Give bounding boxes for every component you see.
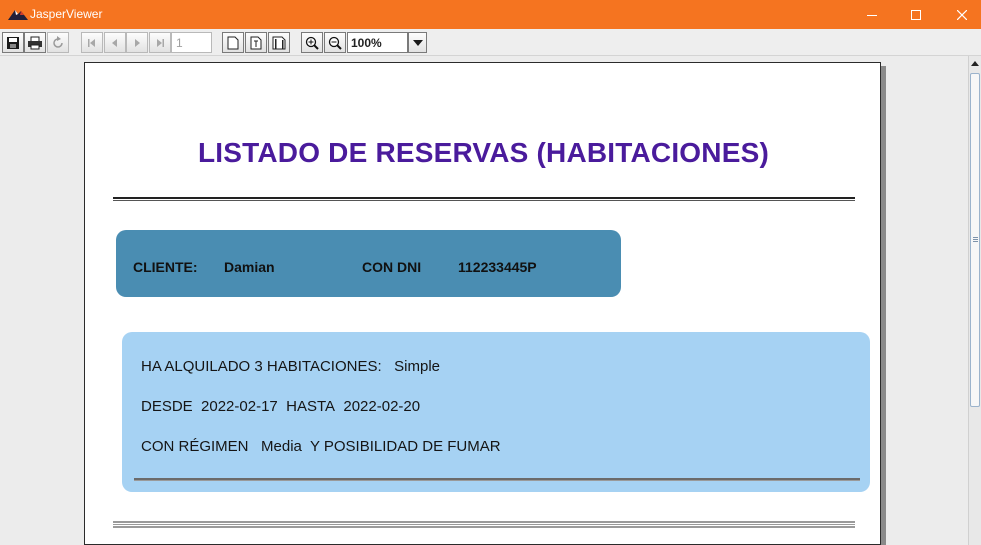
to-date: 2022-02-20: [343, 398, 421, 415]
print-button[interactable]: [24, 32, 46, 53]
reload-icon: [53, 35, 63, 48]
minimize-button[interactable]: [849, 0, 895, 29]
scroll-up-icon: [971, 61, 979, 66]
smoking-text: Y POSIBILIDAD DE FUMAR: [309, 438, 501, 455]
previous-page-icon: [112, 38, 117, 47]
from-date: 2022-02-17: [201, 398, 278, 415]
viewer-toolbar: 1 100%: [0, 29, 981, 56]
from-label: DESDE: [141, 398, 193, 415]
detail-divider: [134, 478, 860, 481]
previous-page-button[interactable]: [104, 32, 126, 53]
first-page-button[interactable]: [81, 32, 103, 53]
room-type: Simple: [394, 358, 441, 375]
zoom-out-button[interactable]: [324, 32, 346, 53]
actual-size-button[interactable]: [222, 32, 244, 53]
last-page-button[interactable]: [149, 32, 171, 53]
zoom-in-button[interactable]: [301, 32, 323, 53]
chevron-down-icon: [412, 39, 423, 46]
zoom-out-icon: [328, 36, 342, 50]
maximize-icon: [911, 9, 921, 20]
report-title: LISTADO DE RESERVAS (HABITACIONES): [198, 137, 769, 168]
vertical-scrollbar[interactable]: [968, 56, 981, 545]
window-title: JasperViewer: [30, 7, 103, 21]
regime-value: Media: [261, 438, 302, 455]
dni-value: 112233445P: [458, 259, 537, 275]
close-icon: [957, 9, 967, 20]
maximize-button[interactable]: [893, 0, 939, 29]
jasper-logo-icon: [8, 10, 28, 20]
last-page-icon: [157, 38, 164, 47]
bottom-divider: [113, 521, 855, 528]
reservation-detail-box: HA ALQUILADO 3 HABITACIONES: Simple DESD…: [122, 332, 870, 492]
next-page-icon: [135, 38, 140, 47]
client-label: CLIENTE:: [133, 259, 198, 275]
zoom-select[interactable]: 100%: [347, 32, 408, 53]
reload-button[interactable]: [47, 32, 69, 53]
title-bar: JasperViewer: [0, 0, 981, 29]
scroll-up-button[interactable]: [969, 56, 981, 71]
save-icon: [7, 36, 19, 49]
minimize-icon: [867, 14, 877, 16]
actual-size-icon: [227, 36, 239, 49]
print-icon: [28, 36, 42, 49]
regime-label: CON RÉGIMEN: [141, 438, 249, 455]
title-divider: [113, 197, 855, 201]
fit-width-icon: [272, 36, 286, 49]
next-page-button[interactable]: [126, 32, 148, 53]
zoom-dropdown-button[interactable]: [408, 32, 427, 53]
fit-page-button[interactable]: [245, 32, 267, 53]
report-page: LISTADO DE RESERVAS (HABITACIONES) CLIEN…: [84, 62, 881, 545]
fit-width-button[interactable]: [268, 32, 290, 53]
client-name: Damian: [224, 259, 275, 275]
zoom-in-icon: [305, 36, 319, 50]
dni-label: CON DNI: [362, 259, 422, 275]
page-number-input[interactable]: 1: [171, 32, 212, 53]
dates-line: DESDE 2022-02-17 HASTA 2022-02-20: [141, 398, 420, 415]
fit-page-icon: [250, 36, 262, 49]
client-info-box: CLIENTE: Damian CON DNI 112233445P: [116, 230, 621, 297]
to-label: HASTA: [286, 398, 336, 415]
scroll-thumb[interactable]: [970, 73, 980, 407]
rooms-text: HA ALQUILADO 3 HABITACIONES:: [141, 358, 382, 375]
close-button[interactable]: [939, 0, 981, 29]
save-button[interactable]: [2, 32, 24, 53]
regime-line: CON RÉGIMEN Media Y POSIBILIDAD DE FUMAR: [141, 438, 501, 455]
rooms-line: HA ALQUILADO 3 HABITACIONES: Simple: [141, 358, 440, 375]
first-page-icon: [88, 38, 95, 47]
